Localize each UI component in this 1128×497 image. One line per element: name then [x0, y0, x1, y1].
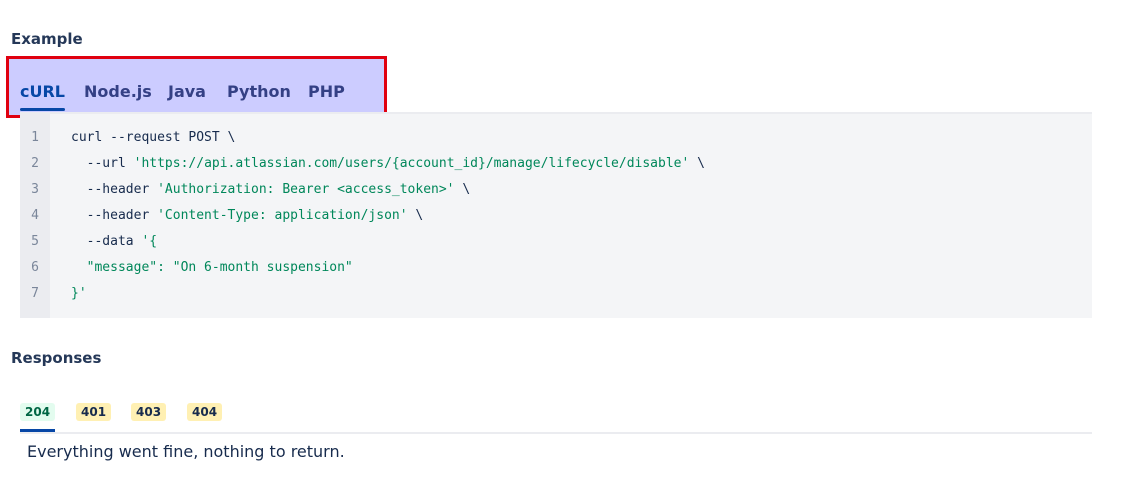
- code-line: --url 'https://api.atlassian.com/users/{…: [71, 156, 705, 171]
- code-line: --header 'Content-Type: application/json…: [71, 208, 424, 223]
- active-tab-indicator: [20, 429, 55, 432]
- line-number: 4: [31, 208, 39, 223]
- code-line: --header 'Authorization: Bearer <access_…: [71, 182, 471, 197]
- tab-nodejs[interactable]: Node.js: [84, 82, 152, 101]
- code-str: "message": "On 6-month suspension": [71, 260, 353, 275]
- tab-curl[interactable]: cURL: [20, 82, 65, 111]
- line-number: 5: [31, 234, 39, 249]
- line-number: 7: [31, 286, 39, 301]
- code-line: curl --request POST \: [71, 130, 235, 145]
- code-plain: --header: [71, 182, 158, 197]
- line-number: 2: [31, 156, 39, 171]
- response-tab-204[interactable]: 204: [20, 403, 56, 421]
- tab-python[interactable]: Python: [227, 82, 291, 101]
- line-number: 6: [31, 260, 39, 275]
- code-line: }': [71, 286, 87, 301]
- line-number: 3: [31, 182, 39, 197]
- code-plain: curl --request POST \: [71, 130, 236, 145]
- code-line: --data '{: [71, 234, 157, 249]
- code-str: 'https://api.atlassian.com/users/{accoun…: [133, 156, 690, 171]
- code-block: 1 curl --request POST \ 2 --url 'https://a…: [20, 112, 1092, 318]
- language-tabs: cURL Node.js Java Python PHP: [6, 56, 387, 118]
- code-plain: --data: [71, 234, 142, 249]
- line-number: 1: [31, 130, 39, 145]
- responses-heading: Responses: [11, 349, 102, 367]
- response-tabs: 204 401 403 404: [20, 401, 1092, 434]
- code-str: 'Content-Type: application/json': [157, 208, 408, 223]
- response-tab-403[interactable]: 403: [131, 403, 167, 421]
- code-str: '{: [141, 234, 158, 249]
- code-line: "message": "On 6-month suspension": [71, 260, 353, 275]
- code-str: }': [71, 286, 87, 301]
- code-tail: \: [407, 208, 424, 223]
- example-heading: Example: [11, 30, 83, 48]
- code-plain: --url: [71, 156, 134, 171]
- code-tail: \: [454, 182, 471, 197]
- tab-java[interactable]: Java: [168, 82, 206, 101]
- code-tail: \: [689, 156, 705, 171]
- response-tab-401[interactable]: 401: [76, 403, 112, 421]
- code-str: 'Authorization: Bearer <access_token>': [157, 182, 455, 197]
- response-description: Everything went fine, nothing to return.: [27, 442, 345, 461]
- code-plain: --header: [71, 208, 158, 223]
- response-tab-404[interactable]: 404: [187, 403, 223, 421]
- tab-php[interactable]: PHP: [308, 82, 345, 101]
